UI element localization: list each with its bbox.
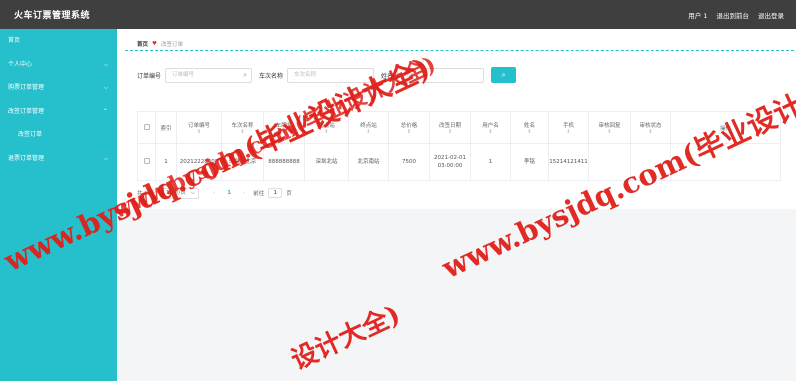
sidebar-item-label: 购票订单管理: [8, 84, 45, 91]
column-header[interactable]: 起点站 ⇕: [304, 111, 349, 144]
pagination: 共 1 条 10条/页 ⌵ ‹ 1 › 前往 1 页: [137, 187, 292, 199]
sort-icon: ⇕: [447, 128, 453, 135]
page-number[interactable]: 1: [227, 190, 231, 196]
divider: [125, 50, 794, 51]
sort-icon: ⇕: [488, 128, 493, 135]
cell-phone: 15214121411: [548, 143, 589, 181]
total-count: 共 1 条: [137, 191, 155, 197]
name-input[interactable]: 姓名: [397, 67, 485, 83]
column-header[interactable]: 用户名 ⇕: [470, 111, 511, 144]
main-content: 首页 ♥ 改签订单 订单编号 订单编号 ⌕ 车次名称 车次名称 姓名 姓名 ⌕: [117, 29, 796, 381]
content-panel: 首页 ♥ 改签订单 订单编号 订单编号 ⌕ 车次名称 车次名称 姓名 姓名 ⌕: [117, 29, 796, 209]
top-bar: 火车订票管理系统 用户 1 退出到前台 退出登录: [0, 0, 796, 29]
user-link[interactable]: 用户 1: [688, 10, 707, 20]
sort-icon: ⇕: [566, 128, 571, 135]
chevron-down-icon: ⌵: [103, 84, 108, 91]
sidebar-item-label: 首页: [8, 37, 21, 44]
cell-price: 7500: [388, 143, 430, 181]
train-name-label: 车次名称: [259, 72, 284, 80]
cell-reply: [588, 143, 631, 181]
table-row: 1 20212228408 深圳到北京 888888888 深圳北站 北京南站 …: [137, 143, 781, 181]
sidebar-item-change-orders[interactable]: 改签订单管理 ⌃: [0, 100, 117, 124]
breadcrumb-current: 改签订单: [160, 42, 183, 48]
search-icon: ⌕: [243, 70, 248, 79]
column-header[interactable]: 订单编号 ⇕: [176, 111, 222, 144]
column-header[interactable]: 审核状态 ⇕: [630, 111, 671, 144]
column-header[interactable]: 总价格 ⇕: [388, 111, 430, 144]
cell-actions: [670, 143, 781, 181]
column-header: 操作: [670, 111, 781, 144]
cell-plate: 888888888: [263, 143, 305, 181]
sort-icon: ⇕: [366, 128, 371, 135]
sort-icon: ⇕: [281, 128, 287, 135]
app-title: 火车订票管理系统: [14, 11, 91, 21]
search-form: 订单编号 订单编号 ⌕ 车次名称 车次名称 姓名 姓名 ⌕: [137, 67, 517, 83]
goto-page-input[interactable]: 1: [268, 188, 283, 198]
column-header[interactable]: 姓名 ⇕: [510, 111, 549, 144]
cell-end: 北京南站: [348, 143, 389, 181]
sidebar-item-purchase-orders[interactable]: 购票订单管理 ⌵: [0, 76, 117, 100]
goto-label: 前往: [253, 191, 265, 197]
cell-username: 1: [470, 143, 511, 181]
order-number-label: 订单编号: [137, 72, 162, 80]
sidebar-item-label: 退票订单管理: [8, 154, 45, 162]
sidebar: 首页 个人中心 ⌵ 购票订单管理 ⌵ 改签订单管理 ⌃ 改签订单 退票订单管理 …: [0, 29, 117, 381]
table-header-row: 索引 订单编号 ⇕ 车次名称 ⇕ 车牌号 ⇕ 起点站 ⇕ 终点站 ⇕ 总价格 ⇕ 改签日期 ⇕…: [137, 111, 781, 144]
sidebar-item-refund-orders[interactable]: 退票订单管理 ⌵: [0, 147, 117, 171]
page-suffix: 页: [286, 191, 292, 197]
cell-name: 李铭: [510, 143, 549, 181]
chevron-down-icon: ⌵: [103, 154, 108, 162]
heart-icon: ♥: [152, 41, 157, 47]
order-number-input[interactable]: 订单编号 ⌕: [165, 67, 253, 83]
chevron-up-icon: ⌃: [102, 107, 108, 115]
chevron-down-icon: ⌵: [103, 60, 108, 68]
cell-status: [630, 143, 671, 181]
chevron-down-icon: ⌵: [190, 189, 195, 196]
cell-date: 2021-02-01 03:00:00: [429, 143, 471, 181]
column-header: 索引: [155, 111, 177, 144]
sidebar-item-label: 改签订单: [18, 131, 43, 138]
logout-link[interactable]: 退出登录: [758, 10, 784, 20]
sort-icon: ⇕: [648, 128, 653, 135]
cell-order-no: 20212228408: [176, 143, 222, 181]
column-header[interactable]: 终点站 ⇕: [348, 111, 389, 144]
cell-start: 深圳北站: [304, 143, 349, 181]
search-icon: ⌕: [501, 71, 506, 79]
name-label: 姓名: [381, 72, 394, 80]
column-header[interactable]: 车次名称 ⇕: [221, 111, 264, 144]
select-all-checkbox[interactable]: [137, 111, 156, 144]
sidebar-item-home[interactable]: 首页: [0, 29, 117, 53]
train-name-input[interactable]: 车次名称: [287, 67, 375, 83]
column-header[interactable]: 车牌号 ⇕: [263, 111, 305, 144]
breadcrumb: 首页 ♥ 改签订单: [137, 40, 183, 48]
breadcrumb-home[interactable]: 首页: [137, 40, 148, 48]
top-right-links: 用户 1 退出到前台 退出登录: [688, 10, 784, 20]
column-header[interactable]: 审核回复 ⇕: [588, 111, 631, 144]
prev-page-icon[interactable]: ‹: [213, 190, 215, 196]
column-header[interactable]: 手机 ⇕: [548, 111, 589, 144]
sort-icon: ⇕: [196, 128, 202, 135]
sidebar-item-label: 个人中心: [8, 60, 33, 68]
sort-icon: ⇕: [607, 128, 612, 135]
cell-index: 1: [155, 143, 177, 181]
column-header[interactable]: 改签日期 ⇕: [429, 111, 471, 144]
orders-table: 索引 订单编号 ⇕ 车次名称 ⇕ 车牌号 ⇕ 起点站 ⇕ 终点站 ⇕ 总价格 ⇕ 改签日期 ⇕…: [137, 111, 781, 181]
sidebar-subitem-change-order[interactable]: 改签订单: [0, 123, 117, 147]
sidebar-item-label: 改签订单管理: [8, 107, 45, 115]
search-button[interactable]: ⌕: [491, 67, 517, 83]
sort-icon: ⇕: [406, 128, 412, 135]
cell-train-name: 深圳到北京: [221, 143, 264, 181]
sort-icon: ⇕: [527, 128, 532, 135]
row-checkbox[interactable]: [137, 143, 156, 181]
exit-to-frontend-link[interactable]: 退出到前台: [717, 10, 750, 20]
sort-icon: ⇕: [324, 128, 329, 135]
sort-icon: ⇕: [240, 128, 245, 135]
page-size-select[interactable]: 10条/页 ⌵: [161, 187, 199, 199]
next-page-icon[interactable]: ›: [243, 190, 245, 196]
sidebar-item-personal-center[interactable]: 个人中心 ⌵: [0, 53, 117, 77]
